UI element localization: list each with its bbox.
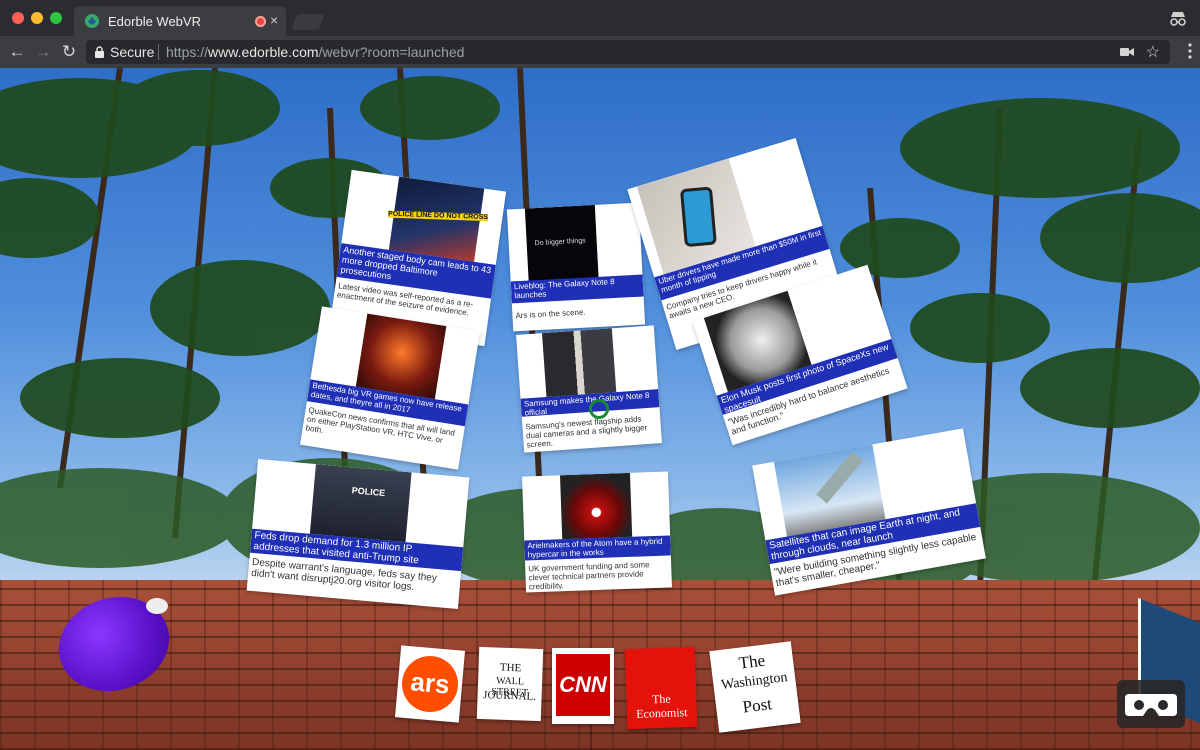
new-tab-button[interactable] (291, 14, 325, 30)
article-image-2-text: Do bigger things (534, 237, 586, 248)
url-text[interactable]: https://www.edorble.com/webvr?room=launc… (166, 44, 464, 60)
article-image-7-text: POLICE (351, 485, 386, 499)
article-headline-8: Arielmakers of the Atom have a hybrid hy… (524, 535, 671, 561)
article-image-1: POLICE LINE DO NOT CROSS (387, 176, 489, 262)
article-card-8[interactable]: Arielmakers of the Atom have a hybrid hy… (522, 471, 672, 593)
browser-toolbar: ← → ↻ Secure https://www.edorble.com/web… (0, 36, 1200, 68)
reload-button[interactable]: ↻ (58, 41, 80, 63)
publisher-cnn[interactable]: CNN (552, 648, 614, 724)
gaze-cursor-icon (589, 399, 609, 419)
edorble-favicon-icon (85, 14, 99, 28)
window-maximize-button[interactable] (50, 12, 62, 24)
article-card-5[interactable]: Samsung makes the Galaxy Note 8 official… (516, 325, 662, 453)
article-image-4 (355, 313, 447, 400)
cnn-logo-text: CNN (559, 672, 607, 697)
article-card-4[interactable]: Bethesda big VR games now have release d… (300, 306, 480, 470)
window-titlebar: Edorble WebVR × (0, 0, 1200, 36)
address-bar[interactable]: Secure https://www.edorble.com/webvr?roo… (86, 40, 1170, 64)
phone-in-hand (679, 186, 717, 248)
economist-line2: Economist (635, 705, 688, 721)
article-image-7: POLICE (309, 464, 412, 543)
webvr-canvas[interactable]: POLICE LINE DO NOT CROSS Another staged … (0, 68, 1200, 750)
article-summary-8: UK government funding and some clever te… (528, 560, 650, 591)
wsj-line3: JOURNAL. (482, 689, 537, 703)
ars-logo-text: ars (409, 666, 451, 700)
satellite-shape (816, 451, 863, 504)
secure-label: Secure (110, 44, 155, 60)
lock-icon (95, 46, 104, 58)
tab-close-icon[interactable]: × (270, 12, 278, 28)
incognito-icon (1170, 12, 1186, 26)
window-close-button[interactable] (12, 12, 24, 24)
publisher-wsj[interactable]: THE WALL STREET JOURNAL. (476, 646, 544, 722)
tab-title: Edorble WebVR (108, 14, 201, 29)
vr-headset-icon (1125, 694, 1177, 716)
address-separator (158, 44, 159, 60)
recording-indicator-icon (255, 16, 266, 27)
enter-vr-button[interactable] (1117, 680, 1185, 728)
window-minimize-button[interactable] (31, 12, 43, 24)
bookmark-star-icon[interactable]: ☆ (1146, 42, 1160, 62)
article-card-7[interactable]: POLICE Feds drop demand for 1.3 million … (246, 459, 470, 609)
wsj-line1: THE (499, 661, 522, 675)
article-image-8 (559, 472, 633, 540)
article-image-2: Do bigger things (524, 204, 599, 283)
article-image-5 (541, 328, 617, 397)
url-scheme: https:// (166, 44, 209, 60)
browser-menu-icon[interactable] (1188, 42, 1192, 60)
forward-button[interactable]: → (32, 41, 54, 63)
orb-cap (146, 598, 168, 614)
publisher-economist[interactable]: The Economist (624, 646, 698, 730)
publisher-ars[interactable]: ars (394, 645, 466, 723)
article-card-2[interactable]: Do bigger things Liveblog: The Galaxy No… (506, 202, 646, 332)
camera-icon[interactable] (1120, 47, 1134, 57)
back-button[interactable]: ← (6, 41, 28, 63)
police-tape: POLICE LINE DO NOT CROSS (387, 210, 489, 222)
url-host: www.edorble.com (208, 44, 319, 60)
browser-tab-active[interactable]: Edorble WebVR × (74, 6, 286, 36)
wapo-line3: Post (741, 694, 773, 717)
publisher-washington-post[interactable]: The Washington Post (709, 641, 801, 733)
article-summary-2: Ars is on the scene. (515, 307, 586, 321)
url-path: /webvr?room=launched (318, 44, 465, 60)
